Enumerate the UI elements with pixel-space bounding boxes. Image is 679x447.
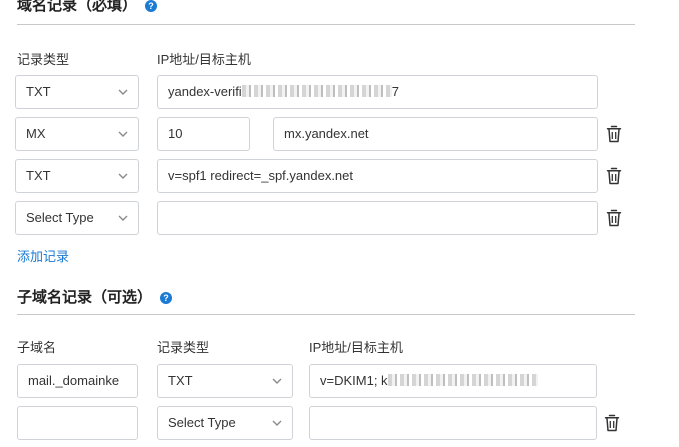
priority-input[interactable]: 10 — [157, 117, 250, 151]
host-input-value: v=spf1 redirect=_spf.yandex.net — [168, 168, 354, 183]
chevron-down-icon — [272, 420, 282, 426]
record-type-column-label: 记录类型 — [17, 52, 70, 67]
trash-icon[interactable] — [606, 167, 622, 185]
redacted-text — [241, 85, 392, 97]
trash-icon[interactable] — [604, 414, 620, 432]
record-type-value: Select Type — [168, 415, 236, 430]
record-type-column-label: 记录类型 — [157, 340, 210, 355]
subdomain-records-title: 子域名记录（可选）? — [17, 286, 173, 307]
subdomain-column-label: 子域名 — [17, 340, 57, 355]
record-type-value: Select Type — [26, 210, 94, 225]
chevron-down-icon — [272, 378, 282, 384]
chevron-down-icon — [118, 215, 128, 221]
section-divider — [17, 314, 635, 315]
record-type-value: TXT — [168, 373, 193, 388]
host-input[interactable]: yandex-verifi 7 — [157, 75, 598, 109]
host-input-value: v=DKIM1; k — [320, 365, 588, 397]
record-type-select[interactable]: TXT — [15, 159, 139, 193]
host-column-label: IP地址/目标主机 — [157, 52, 251, 67]
host-input[interactable] — [157, 201, 598, 235]
record-type-select[interactable]: Select Type — [157, 406, 293, 440]
domain-records-title-text: 域名记录（必填） — [17, 0, 138, 14]
subdomain-input-value: mail._domainke — [28, 373, 120, 388]
record-type-value: TXT — [26, 84, 51, 99]
record-type-select[interactable]: TXT — [157, 364, 293, 398]
trash-icon[interactable] — [606, 209, 622, 227]
host-input-value: mx.yandex.net — [284, 126, 369, 141]
chevron-down-icon — [118, 131, 128, 137]
domain-records-title: 域名记录（必填）? — [17, 0, 158, 15]
subdomain-input[interactable] — [17, 406, 138, 440]
help-icon[interactable]: ? — [160, 292, 173, 304]
subdomain-records-title-text: 子域名记录（可选） — [17, 289, 153, 306]
add-record-link[interactable]: 添加记录 — [17, 246, 69, 265]
host-column-label: IP地址/目标主机 — [309, 340, 403, 355]
host-input[interactable]: mx.yandex.net — [273, 117, 598, 151]
record-type-select[interactable]: TXT — [15, 75, 139, 109]
host-value-suffix: 7 — [391, 84, 399, 99]
host-input[interactable]: v=DKIM1; k — [309, 364, 597, 398]
host-value-visible: v=DKIM1; k — [320, 373, 388, 388]
priority-value: 10 — [168, 126, 183, 141]
record-type-select[interactable]: Select Type — [15, 201, 139, 235]
trash-icon[interactable] — [606, 125, 622, 143]
record-type-value: MX — [26, 126, 46, 141]
host-input[interactable]: v=spf1 redirect=_spf.yandex.net — [157, 159, 598, 193]
chevron-down-icon — [118, 89, 128, 95]
subdomain-input[interactable]: mail._domainke — [17, 364, 138, 398]
help-icon[interactable]: ? — [145, 0, 158, 12]
record-type-value: TXT — [26, 168, 51, 183]
redacted-text — [387, 374, 538, 386]
record-type-select[interactable]: MX — [15, 117, 139, 151]
host-input-value: yandex-verifi 7 — [168, 76, 589, 108]
host-input[interactable] — [309, 406, 597, 440]
section-divider — [17, 24, 635, 25]
host-value-visible: yandex-verifi — [168, 84, 242, 99]
chevron-down-icon — [118, 173, 128, 179]
